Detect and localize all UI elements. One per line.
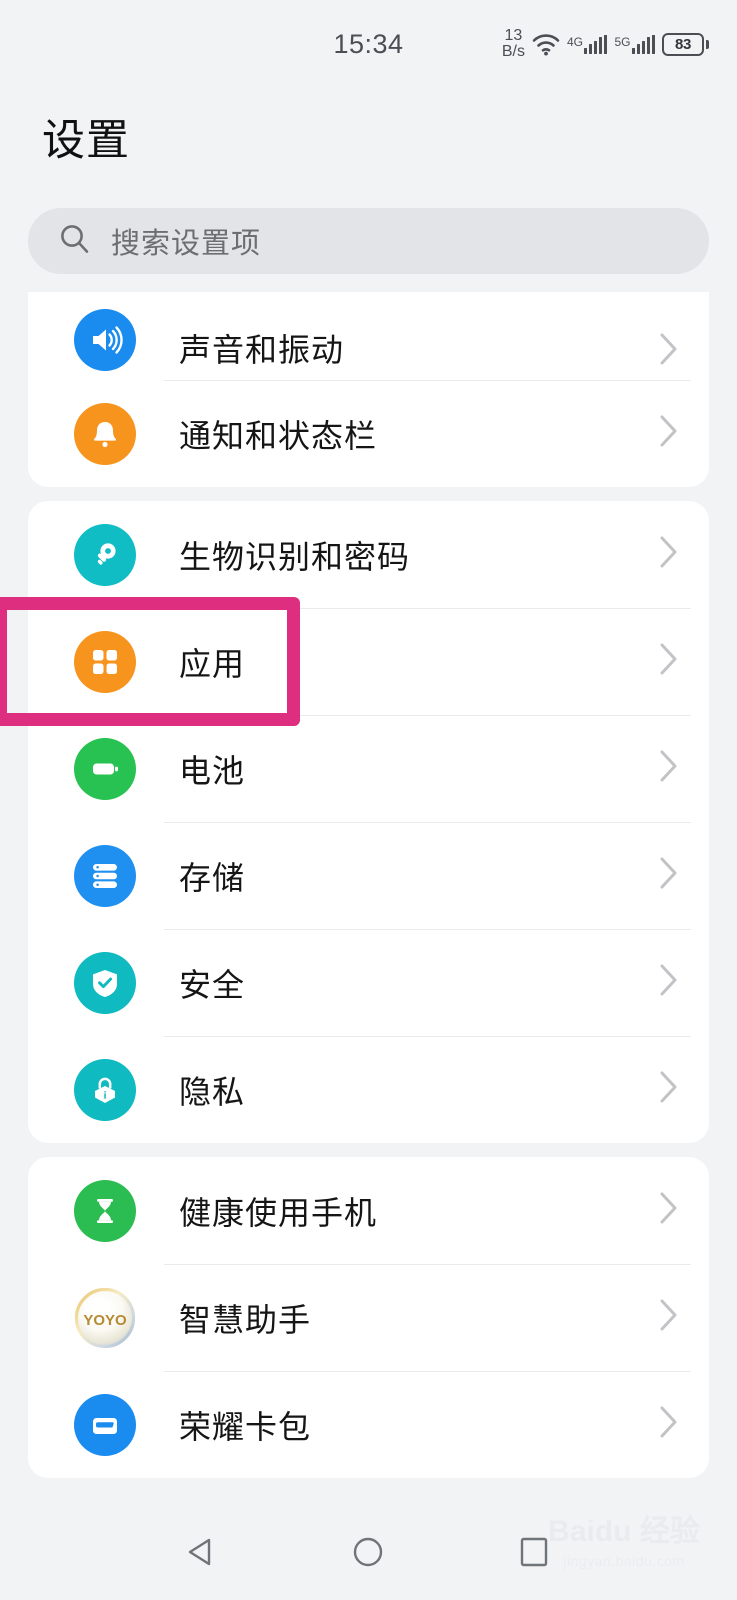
chevron-right-icon <box>659 535 679 574</box>
settings-group-assistant: 健康使用手机 YOYO 智慧助手 荣耀卡包 <box>28 1157 709 1478</box>
list-item-label: 应用 <box>179 645 246 682</box>
shield-check-icon <box>74 951 136 1014</box>
bell-icon <box>74 402 136 465</box>
list-item-label: 电池 <box>179 752 246 789</box>
chevron-right-icon <box>659 642 679 681</box>
list-item-label: 智慧助手 <box>179 1301 312 1338</box>
list-item-storage[interactable]: 存储 <box>28 822 709 929</box>
list-item-notifications-statusbar[interactable]: 通知和状态栏 <box>28 380 709 487</box>
list-item-security[interactable]: 安全 <box>28 929 709 1036</box>
wallet-icon <box>74 1393 136 1456</box>
privacy-lock-icon: i <box>74 1058 136 1121</box>
list-item-label: 生物识别和密码 <box>179 538 411 575</box>
page-title: 设置 <box>42 117 130 165</box>
search-placeholder: 搜索设置项 <box>111 228 262 260</box>
search-icon <box>58 222 91 260</box>
battery-icon: 83 <box>662 32 709 56</box>
sim2-signal-indicator: 5G <box>614 34 655 54</box>
back-triangle-icon[interactable] <box>168 1517 238 1587</box>
key-icon <box>74 523 136 586</box>
chevron-right-icon <box>659 414 679 453</box>
list-item-sound-vibration[interactable]: 声音和振动 <box>28 292 709 380</box>
sim1-signal-bars <box>583 34 608 54</box>
list-item-label: 隐私 <box>179 1073 246 1110</box>
network-speed-unit: B/s <box>501 43 525 60</box>
settings-group-system: 生物识别和密码 应用 电池 存储 安全 i 隐私 <box>28 501 709 1143</box>
list-item-label: 健康使用手机 <box>179 1194 378 1231</box>
chevron-right-icon <box>659 1405 679 1444</box>
list-item-biometrics-password[interactable]: 生物识别和密码 <box>28 501 709 608</box>
svg-text:YOYO: YOYO <box>83 1312 127 1329</box>
list-item-label: 通知和状态栏 <box>179 417 378 454</box>
yoyo-pearl-icon: YOYO <box>74 1287 136 1349</box>
hourglass-icon <box>74 1179 136 1242</box>
list-item-digital-balance[interactable]: 健康使用手机 <box>28 1157 709 1264</box>
list-item-label: 安全 <box>179 966 246 1003</box>
list-item-privacy[interactable]: i 隐私 <box>28 1036 709 1143</box>
apps-grid-icon <box>74 630 136 693</box>
chevron-right-icon <box>659 749 679 788</box>
chevron-right-icon <box>659 332 679 371</box>
network-speed-indicator: 13 B/s <box>501 26 525 61</box>
home-circle-icon[interactable] <box>333 1517 403 1587</box>
recents-square-icon[interactable] <box>499 1517 569 1587</box>
wifi-icon <box>532 33 560 56</box>
network-speed-value: 13 <box>504 26 523 44</box>
list-item-honor-wallet[interactable]: 荣耀卡包 <box>28 1371 709 1478</box>
list-item-smart-assistant[interactable]: YOYO 智慧助手 <box>28 1264 709 1371</box>
storage-icon <box>74 844 136 907</box>
chevron-right-icon <box>659 1070 679 1109</box>
list-item-apps[interactable]: 应用 <box>28 608 709 715</box>
status-bar: 15:34 13 B/s 4G 5G 83 <box>0 0 737 88</box>
volume-icon <box>74 309 136 371</box>
battery-level-text: 83 <box>674 35 692 53</box>
battery-icon <box>74 737 136 800</box>
list-item-label: 荣耀卡包 <box>179 1408 312 1445</box>
settings-list[interactable]: 声音和振动 通知和状态栏 生物识别和密码 应用 电池 存储 安全 i 隐私 健康… <box>0 292 737 1478</box>
status-bar-time: 15:34 <box>333 28 404 59</box>
settings-group-sound: 声音和振动 通知和状态栏 <box>28 292 709 487</box>
sim1-network-gen: 4G <box>566 34 583 49</box>
list-item-label: 存储 <box>179 859 246 896</box>
navigation-bar <box>0 1504 737 1600</box>
sim1-signal-indicator: 4G <box>566 34 608 54</box>
chevron-right-icon <box>659 1298 679 1337</box>
chevron-right-icon <box>659 963 679 1002</box>
sim2-network-gen: 5G <box>614 34 631 49</box>
list-item-label: 声音和振动 <box>179 332 345 368</box>
sim2-signal-bars <box>631 34 655 54</box>
search-input[interactable]: 搜索设置项 <box>28 208 709 274</box>
status-bar-indicators: 13 B/s 4G 5G 83 <box>502 0 709 88</box>
chevron-right-icon <box>659 1191 679 1230</box>
svg-text:i: i <box>103 1089 106 1101</box>
chevron-right-icon <box>659 856 679 895</box>
list-item-battery[interactable]: 电池 <box>28 715 709 822</box>
